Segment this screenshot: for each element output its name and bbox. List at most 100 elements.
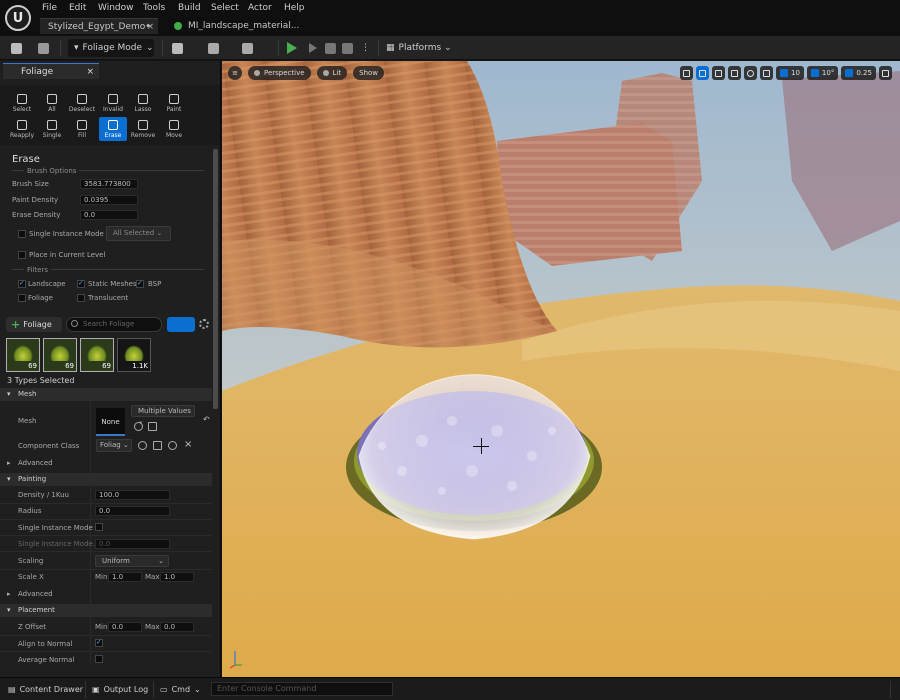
menu-tools[interactable]: Tools — [143, 3, 165, 13]
filter-landscape-checkbox[interactable] — [18, 279, 26, 288]
z-min-input[interactable]: 0.0 — [108, 622, 142, 632]
world-space-icon[interactable] — [744, 66, 757, 80]
close-icon[interactable]: × — [146, 22, 154, 32]
translate-icon[interactable] — [696, 66, 709, 80]
scaling-dropdown[interactable]: Uniform ⌄ — [95, 555, 169, 567]
stop-button[interactable] — [325, 39, 336, 57]
use-selected-icon[interactable] — [138, 441, 147, 450]
content-drawer-button[interactable]: ▤ Content Drawer — [8, 682, 83, 697]
folder-icon[interactable] — [148, 422, 157, 431]
tab-level[interactable]: Stylized_Egypt_Demo• × — [40, 18, 158, 34]
tool-remove[interactable]: Remove — [129, 117, 157, 141]
place-current-level-checkbox[interactable] — [18, 251, 26, 259]
add-icon[interactable] — [168, 441, 177, 450]
paint-toggle-button[interactable] — [167, 317, 195, 332]
menu-select[interactable]: Select — [211, 3, 239, 13]
average-normal-checkbox[interactable] — [95, 655, 103, 663]
menu-edit[interactable]: Edit — [69, 3, 86, 13]
foliage-type-thumb[interactable]: 1.1K — [117, 338, 151, 372]
rotate-icon[interactable] — [712, 66, 725, 80]
add-foliage-button[interactable]: + Foliage — [6, 317, 62, 332]
level-viewport[interactable]: ≡ Perspective Lit Show 10 10° 0.25 — [222, 61, 900, 677]
menu-window[interactable]: Window — [98, 3, 134, 13]
brush-size-input[interactable]: 3583.773800 — [80, 179, 138, 189]
advanced-row[interactable]: Advanced — [0, 457, 212, 469]
perspective-button[interactable]: Perspective — [248, 66, 311, 80]
density-input[interactable]: 100.0 — [95, 490, 170, 500]
component-class-dropdown[interactable]: Foliag ⌄ — [96, 439, 132, 452]
platforms-button[interactable]: ▦ Platforms ⌄ — [386, 39, 452, 57]
filter-static-meshes-checkbox[interactable] — [77, 279, 85, 288]
tool-fill[interactable]: Fill — [68, 117, 96, 141]
filter-bsp-checkbox[interactable] — [136, 279, 144, 288]
advanced-row[interactable]: Advanced — [0, 588, 212, 600]
tool-select[interactable]: Select — [8, 91, 36, 115]
camera-speed-icon[interactable] — [878, 66, 892, 80]
menu-help[interactable]: Help — [284, 3, 305, 13]
radius-input[interactable]: 0.0 — [95, 506, 170, 516]
tool-erase[interactable]: Erase — [99, 117, 127, 141]
cinematics-icon[interactable] — [242, 39, 253, 57]
mesh-thumbnail[interactable]: None — [96, 408, 125, 436]
paint-density-input[interactable]: 0.0395 — [80, 195, 138, 205]
save-icon[interactable] — [11, 39, 22, 57]
all-selected-dropdown[interactable]: All Selected ⌄ — [106, 226, 171, 241]
grid-snap-toggle[interactable]: 10 — [776, 66, 804, 80]
blueprint-icon[interactable] — [208, 39, 219, 57]
cmd-dropdown[interactable]: ▭ Cmd ⌄ — [160, 682, 201, 697]
browse-icon[interactable] — [153, 441, 162, 450]
tool-deselect[interactable]: Deselect — [68, 91, 96, 115]
search-foliage-input[interactable]: Search Foliage — [66, 317, 162, 332]
viewport-options-button[interactable]: ≡ — [228, 66, 242, 80]
lit-button[interactable]: Lit — [316, 66, 348, 80]
single-instance-checkbox[interactable] — [18, 230, 26, 238]
menu-actor[interactable]: Actor — [248, 3, 272, 13]
tool-all[interactable]: All — [38, 91, 66, 115]
menu-file[interactable]: File — [42, 3, 57, 13]
erase-density-input[interactable]: 0.0 — [80, 210, 138, 220]
select-mode-icon[interactable] — [680, 66, 693, 80]
scale-max-input[interactable]: 1.0 — [160, 572, 194, 582]
menu-build[interactable]: Build — [178, 3, 201, 13]
tool-reapply[interactable]: Reapply — [8, 117, 36, 141]
gear-icon[interactable] — [199, 319, 209, 329]
scale-min-input[interactable]: 1.0 — [108, 572, 142, 582]
foliage-tab[interactable]: Foliage × — [3, 63, 99, 79]
browse-asset-icon[interactable] — [134, 422, 143, 431]
tool-move[interactable]: Move — [160, 117, 188, 141]
tool-single[interactable]: Single — [38, 117, 66, 141]
placement-category-header[interactable]: Placement — [0, 604, 212, 617]
mesh-dropdown[interactable]: Multiple Values ⌄ — [131, 405, 195, 425]
panel-scrollbar[interactable] — [213, 149, 218, 409]
z-max-input[interactable]: 0.0 — [160, 622, 194, 632]
clear-icon[interactable]: × — [184, 439, 192, 450]
eject-button[interactable] — [342, 39, 353, 57]
scale-icon[interactable] — [728, 66, 741, 80]
reset-icon[interactable]: ↶ — [203, 415, 210, 424]
foliage-type-thumb[interactable]: 69 — [6, 338, 40, 372]
foliage-type-thumb[interactable]: 69 — [80, 338, 114, 372]
output-log-button[interactable]: ▣ Output Log — [92, 682, 148, 697]
filter-translucent-checkbox[interactable] — [77, 294, 85, 302]
tool-lasso[interactable]: Lasso — [129, 91, 157, 115]
show-button[interactable]: Show — [353, 66, 385, 80]
play-button[interactable] — [287, 39, 301, 57]
mode-dropdown[interactable]: ▾ Foliage Mode ⌄ — [68, 39, 154, 57]
surface-snap-icon[interactable] — [760, 66, 773, 80]
console-command-input[interactable]: Enter Console Command — [211, 682, 393, 696]
browse-icon[interactable] — [38, 39, 49, 57]
more-options-icon[interactable]: ⋮ — [361, 39, 370, 57]
foliage-type-thumb[interactable]: 69 — [43, 338, 77, 372]
painting-category-header[interactable]: Painting — [0, 473, 212, 486]
tool-paint[interactable]: Paint — [160, 91, 188, 115]
close-icon[interactable]: × — [86, 67, 94, 77]
scale-snap-toggle[interactable]: 0.25 — [841, 66, 876, 80]
step-button[interactable] — [309, 39, 317, 57]
rotation-snap-toggle[interactable]: 10° — [806, 66, 839, 80]
single-instance-mode-checkbox[interactable] — [95, 523, 103, 531]
unreal-logo-icon[interactable]: U — [5, 5, 31, 31]
filter-foliage-checkbox[interactable] — [18, 294, 26, 302]
add-actor-icon[interactable] — [172, 39, 183, 57]
align-to-normal-checkbox[interactable] — [95, 638, 103, 647]
tab-material[interactable]: MI_landscape_material... — [166, 18, 306, 34]
